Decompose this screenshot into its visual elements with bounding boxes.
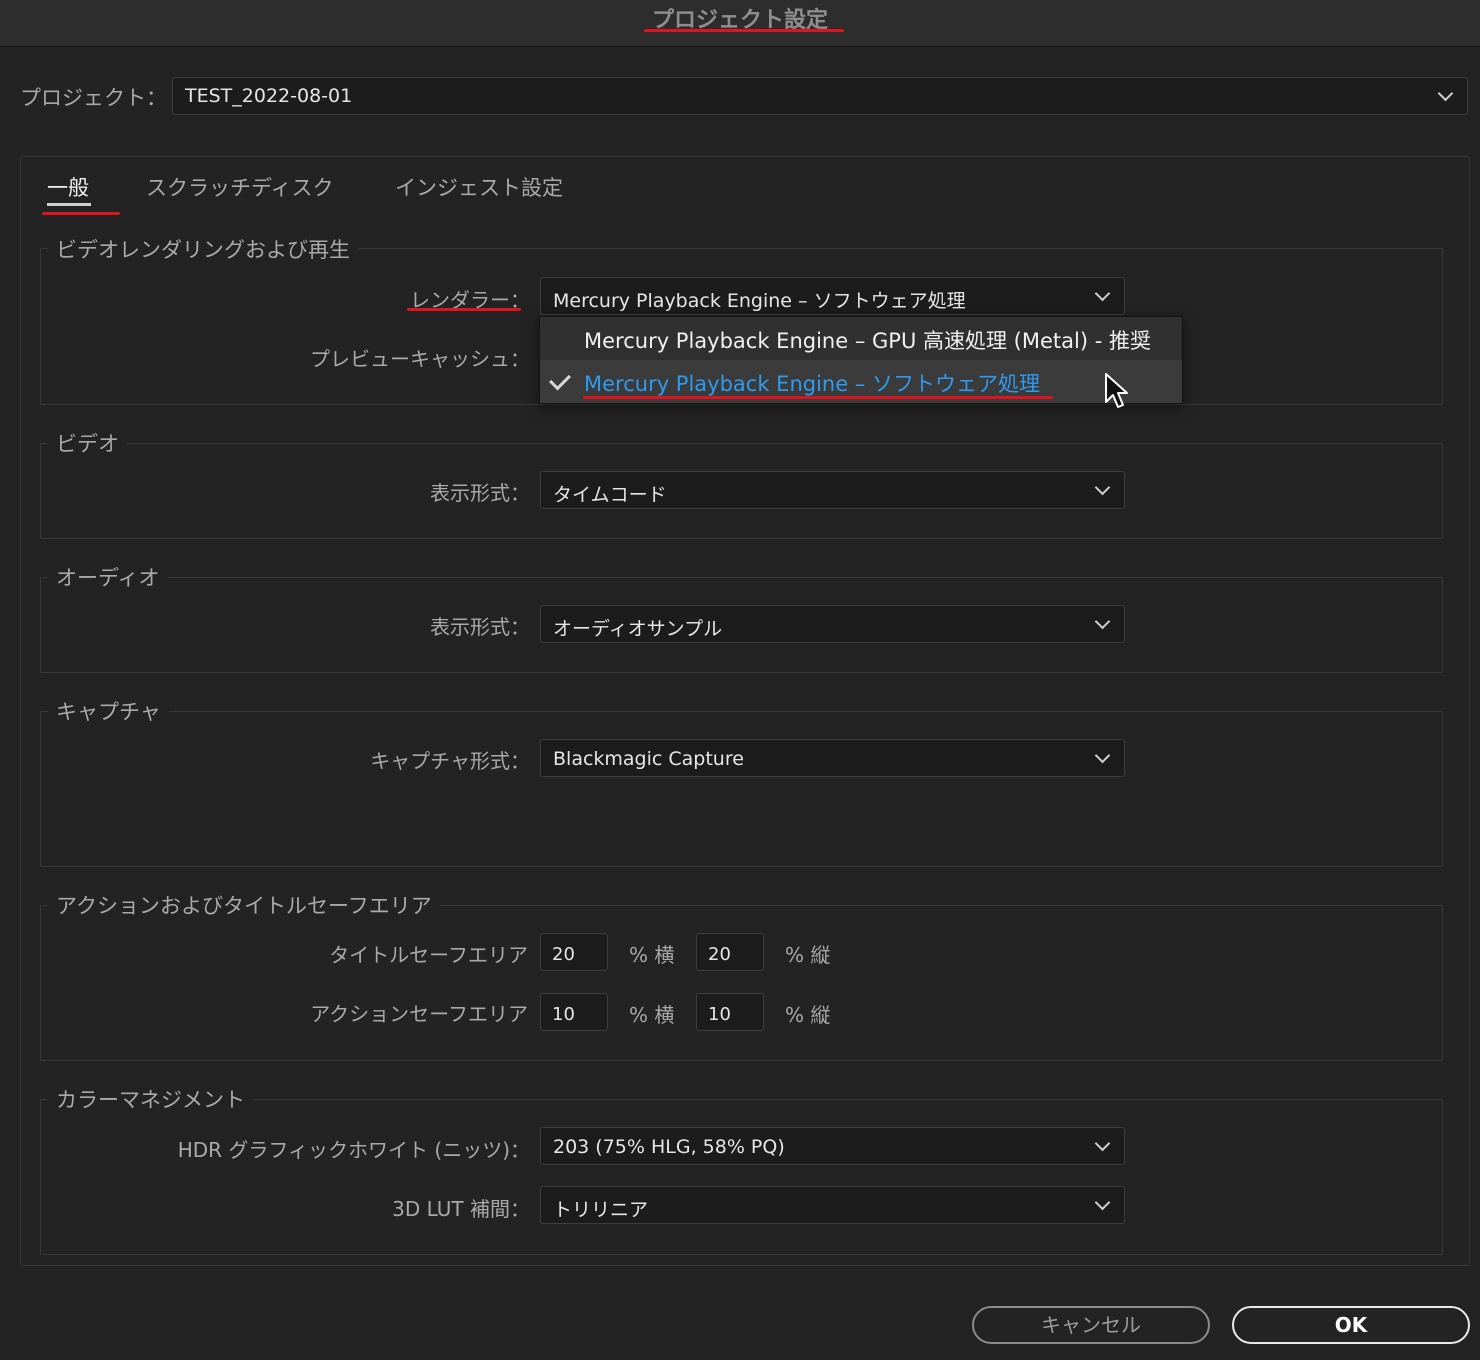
title-safe-horizontal-unit: % 横 — [629, 943, 675, 967]
group-color-management — [40, 1099, 1443, 1255]
chevron-down-icon — [1094, 285, 1111, 302]
video-format-value: タイムコード — [553, 484, 667, 506]
title-safe-horizontal-input[interactable]: 20 — [540, 933, 608, 971]
group-title-capture: キャプチャ — [48, 696, 169, 726]
tab-general[interactable]: 一般 — [47, 172, 89, 202]
audio-format-label: 表示形式： — [430, 615, 530, 639]
capture-format-label: キャプチャ形式： — [370, 749, 530, 773]
renderer-annotation-underline — [407, 308, 521, 311]
chevron-down-icon — [1094, 747, 1111, 764]
group-title-video: ビデオ — [48, 428, 127, 458]
action-safe-horizontal-input[interactable]: 10 — [540, 993, 608, 1031]
renderer-dropdown-menu: Mercury Playback Engine – GPU 高速処理 (Meta… — [539, 316, 1183, 404]
action-safe-horizontal-value: 10 — [552, 1004, 575, 1025]
tab-annotation-underline — [42, 212, 120, 215]
checkmark-icon — [549, 368, 571, 391]
title-safe-vertical-value: 20 — [708, 944, 731, 965]
software-option-annotation-underline — [583, 396, 1053, 399]
chevron-down-icon — [1094, 613, 1111, 630]
project-label: プロジェクト： — [20, 86, 167, 110]
title-bar: プロジェクト設定 — [0, 0, 1480, 47]
group-title-audio: オーディオ — [48, 562, 168, 592]
chevron-down-icon — [1094, 479, 1111, 496]
audio-format-value: オーディオサンプル — [553, 618, 723, 640]
video-format-label: 表示形式： — [430, 481, 530, 505]
renderer-option-software-label: Mercury Playback Engine – ソフトウェア処理 — [584, 372, 1041, 396]
ok-button[interactable]: OK — [1232, 1306, 1470, 1344]
group-title-color-management: カラーマネジメント — [48, 1084, 253, 1114]
tab-scratch-disks[interactable]: スクラッチディスク — [146, 172, 334, 202]
group-title-video-rendering: ビデオレンダリングおよび再生 — [48, 234, 358, 264]
lut-interp-label: 3D LUT 補間： — [392, 1197, 530, 1221]
cancel-button[interactable]: キャンセル — [972, 1306, 1210, 1344]
title-safe-label: タイトルセーフエリア — [329, 943, 528, 967]
hdr-white-label: HDR グラフィックホワイト (ニッツ)： — [177, 1138, 530, 1162]
action-safe-vertical-input[interactable]: 10 — [696, 993, 764, 1031]
capture-format-select[interactable]: Blackmagic Capture — [540, 739, 1125, 777]
video-format-select[interactable]: タイムコード — [540, 471, 1125, 509]
capture-format-value: Blackmagic Capture — [553, 748, 744, 770]
action-safe-horizontal-unit: % 横 — [629, 1003, 675, 1027]
action-safe-vertical-unit: % 縦 — [785, 1003, 831, 1027]
hdr-white-select[interactable]: 203 (75% HLG, 58% PQ) — [540, 1127, 1125, 1165]
audio-format-select[interactable]: オーディオサンプル — [540, 605, 1125, 643]
title-annotation-underline — [644, 29, 844, 32]
group-capture — [40, 711, 1443, 867]
lut-interp-value: トリリニア — [553, 1199, 649, 1221]
project-select[interactable]: TEST_2022-08-01 — [172, 77, 1468, 115]
chevron-down-icon — [1094, 1194, 1111, 1211]
lut-interp-select[interactable]: トリリニア — [540, 1186, 1125, 1224]
action-safe-vertical-value: 10 — [708, 1004, 731, 1025]
renderer-select[interactable]: Mercury Playback Engine – ソフトウェア処理 — [540, 277, 1125, 315]
title-safe-vertical-input[interactable]: 20 — [696, 933, 764, 971]
tab-ingest-settings[interactable]: インジェスト設定 — [395, 172, 563, 202]
renderer-option-gpu[interactable]: Mercury Playback Engine – GPU 高速処理 (Meta… — [540, 317, 1182, 360]
renderer-value: Mercury Playback Engine – ソフトウェア処理 — [553, 290, 966, 312]
chevron-down-icon — [1437, 85, 1454, 102]
title-safe-horizontal-value: 20 — [552, 944, 575, 965]
title-safe-vertical-unit: % 縦 — [785, 943, 831, 967]
active-tab-indicator — [47, 203, 91, 206]
renderer-option-gpu-label: Mercury Playback Engine – GPU 高速処理 (Meta… — [584, 329, 1151, 353]
preview-cache-label: プレビューキャッシュ： — [310, 347, 530, 371]
mouse-pointer-icon — [1105, 373, 1128, 408]
group-safe-area — [40, 905, 1443, 1061]
chevron-down-icon — [1094, 1135, 1111, 1152]
project-value: TEST_2022-08-01 — [185, 85, 353, 107]
action-safe-label: アクションセーフエリア — [310, 1002, 528, 1026]
group-title-safe-area: アクションおよびタイトルセーフエリア — [48, 890, 440, 920]
hdr-white-value: 203 (75% HLG, 58% PQ) — [553, 1136, 785, 1158]
